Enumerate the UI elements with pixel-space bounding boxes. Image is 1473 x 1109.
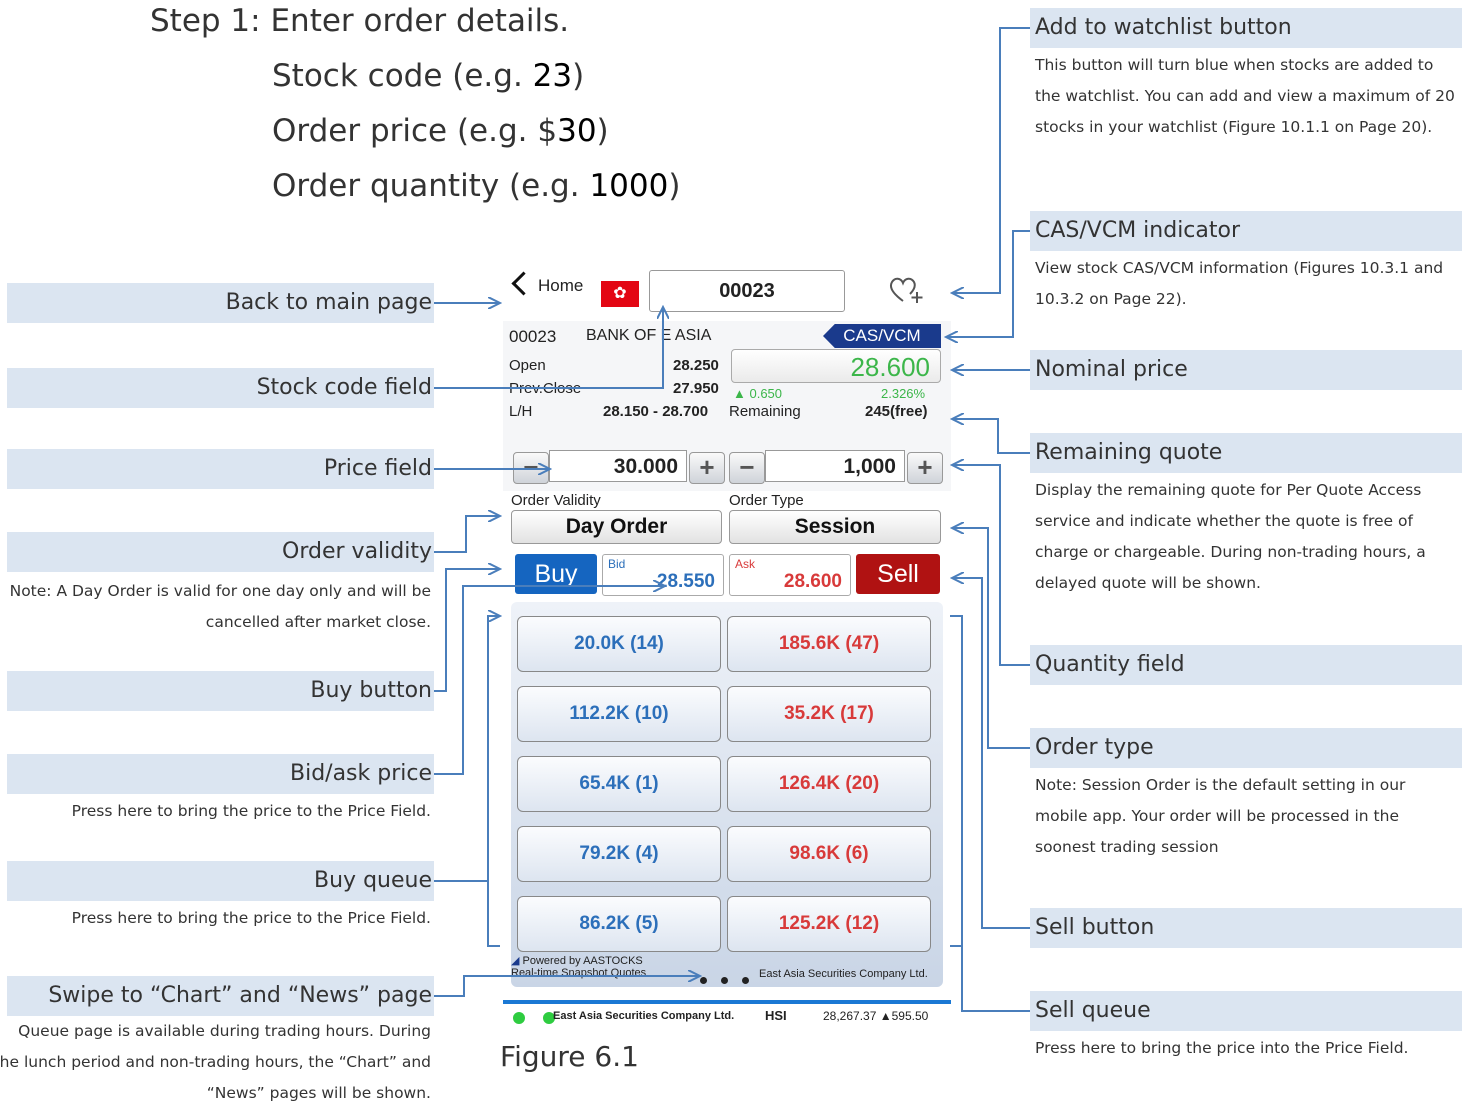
callout-connectors [434,27,1030,1012]
